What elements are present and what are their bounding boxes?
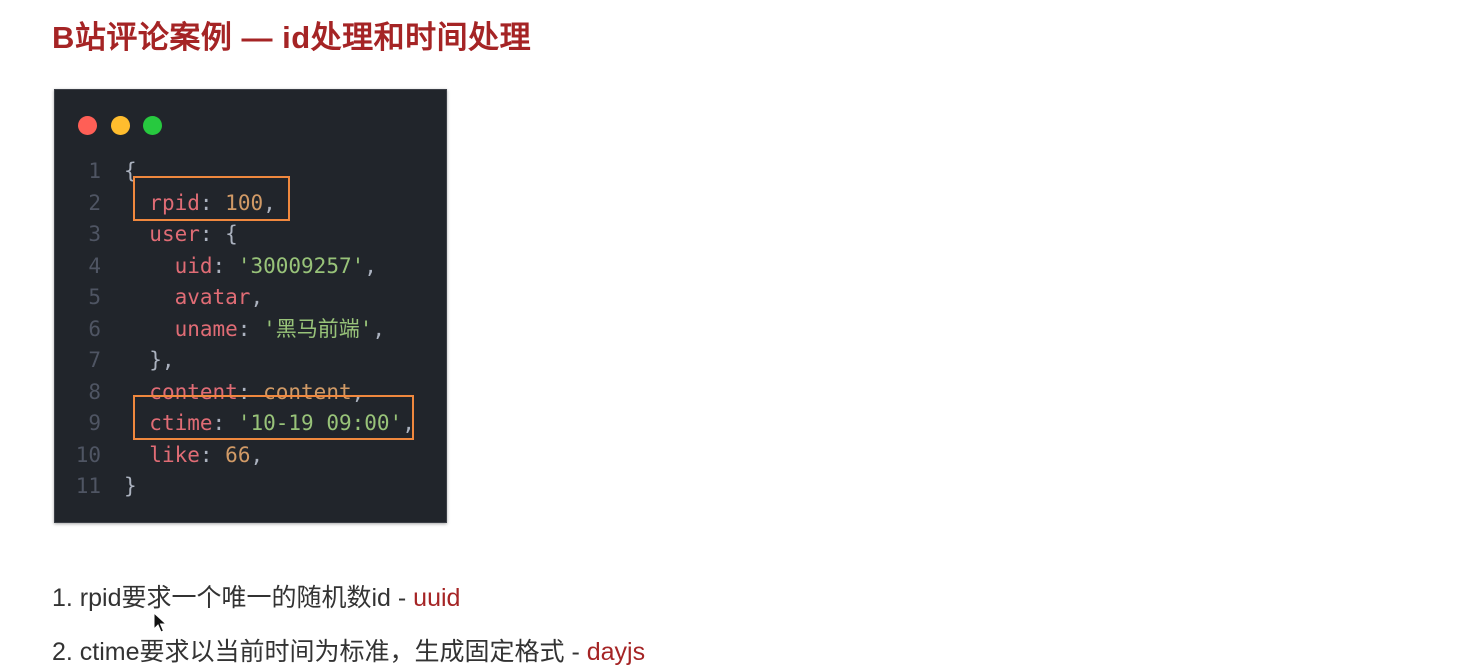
code-token: avatar bbox=[174, 285, 251, 309]
code-token: } bbox=[124, 474, 137, 498]
code-token: }, bbox=[124, 348, 175, 372]
code-token: user bbox=[149, 222, 200, 246]
mouse-cursor-icon bbox=[153, 612, 167, 633]
code-token: : bbox=[212, 253, 238, 278]
code-line: 3 user: { bbox=[55, 219, 446, 250]
close-dot-icon bbox=[78, 116, 97, 135]
note-text: 1. rpid要求一个唯一的随机数id - bbox=[52, 584, 414, 612]
line-number: 10 bbox=[75, 442, 101, 467]
line-number: 7 bbox=[88, 348, 101, 372]
slide-page: B站评论案例 — id处理和时间处理 1{2 rpid: 100, 3 user:… bbox=[0, 0, 1468, 671]
highlight-box-rpid bbox=[133, 176, 290, 221]
note-text: 2. ctime要求以当前时间为标准，生成固定格式 - bbox=[52, 638, 587, 666]
code-token: like bbox=[149, 442, 200, 467]
note-item-rpid: 1. rpid要求一个唯一的随机数id - uuid bbox=[52, 578, 460, 614]
code-line: 5 avatar, bbox=[55, 282, 446, 313]
line-number: 2 bbox=[88, 190, 101, 215]
code-text: user: { bbox=[124, 219, 238, 250]
code-token: '黑马前端' bbox=[263, 316, 373, 341]
note-accent-dayjs: dayjs bbox=[586, 638, 646, 666]
code-token: 66 bbox=[225, 442, 251, 467]
code-token: , bbox=[250, 285, 264, 309]
code-token: uid bbox=[174, 253, 213, 278]
code-token: , bbox=[364, 253, 377, 278]
line-number: 3 bbox=[88, 222, 101, 246]
maximize-dot-icon bbox=[143, 116, 162, 135]
line-number: 9 bbox=[88, 411, 101, 435]
code-line: 10 like: 66, bbox=[55, 440, 446, 471]
code-token: : bbox=[199, 442, 226, 467]
code-window: 1{2 rpid: 100, 3 user: {4 uid: '30009257'… bbox=[54, 89, 447, 523]
code-text: }, bbox=[124, 345, 175, 376]
code-text: uname: '黑马前端', bbox=[124, 314, 385, 345]
line-number: 11 bbox=[75, 474, 101, 498]
code-text: like: 66, bbox=[124, 440, 263, 471]
code-text: uid: '30009257', bbox=[124, 251, 377, 282]
line-number: 1 bbox=[88, 159, 101, 183]
code-text: } bbox=[124, 471, 137, 502]
code-token: , bbox=[372, 316, 386, 341]
line-number: 6 bbox=[88, 316, 101, 341]
highlight-box-ctime bbox=[133, 395, 414, 440]
code-token: : bbox=[237, 316, 264, 341]
code-text: avatar, bbox=[124, 282, 264, 313]
line-number: 8 bbox=[88, 379, 101, 404]
page-title: B站评论案例 — id处理和时间处理 bbox=[52, 20, 532, 55]
code-line: 4 uid: '30009257', bbox=[55, 251, 446, 282]
code-token: '30009257' bbox=[237, 253, 365, 278]
minimize-dot-icon bbox=[111, 116, 130, 135]
code-line: 11} bbox=[55, 471, 446, 502]
code-token: uname bbox=[174, 316, 238, 341]
code-line: 7 }, bbox=[55, 345, 446, 376]
code-line: 6 uname: '黑马前端', bbox=[55, 314, 446, 345]
line-number: 5 bbox=[88, 285, 101, 309]
line-number: 4 bbox=[88, 253, 101, 278]
note-accent-uuid: uuid bbox=[413, 584, 461, 612]
note-item-ctime: 2. ctime要求以当前时间为标准，生成固定格式 - dayjs bbox=[52, 632, 645, 668]
code-token: , bbox=[250, 442, 264, 467]
code-token: : { bbox=[199, 222, 238, 246]
